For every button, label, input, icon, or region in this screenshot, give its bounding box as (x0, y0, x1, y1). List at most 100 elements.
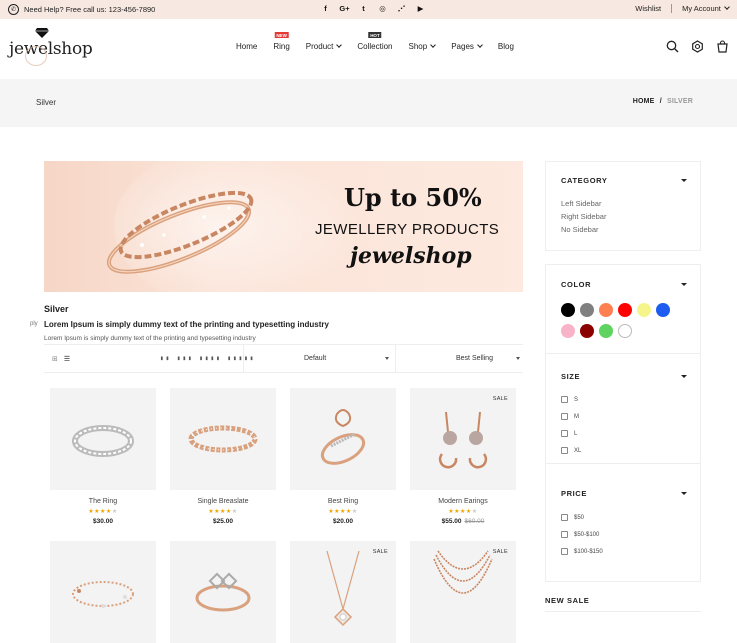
product-image[interactable] (290, 388, 396, 490)
checkbox[interactable] (561, 531, 568, 538)
price-option-50-100[interactable]: $50-$100 (561, 531, 599, 538)
hot-badge: HOT (368, 32, 382, 38)
color-widget-title[interactable]: COLOR (561, 280, 591, 289)
help-line: ✆ Need Help? Free call us: 123-456-7890 (8, 4, 155, 15)
color-swatch-green[interactable] (599, 324, 613, 338)
product-card[interactable]: Single Breaslate ★★★★★ $25.00 (170, 388, 276, 525)
cart-icon[interactable] (716, 40, 729, 53)
help-text: Need Help? Free call us: 123-456-7890 (24, 5, 156, 14)
category-heading: ply Lorem Ipsum is simply dummy text of … (30, 320, 329, 329)
rss-icon[interactable]: ⋰ (392, 4, 411, 13)
promo-banner[interactable]: Up to 50% JEWELLERY PRODUCTS jewelshop (44, 161, 523, 292)
price-option-100-150[interactable]: $100-$150 (561, 548, 603, 555)
heading-fragment: ply (30, 321, 38, 327)
search-icon[interactable] (666, 40, 679, 53)
settings-icon[interactable] (691, 40, 704, 53)
price-widget-title[interactable]: PRICE (561, 489, 587, 498)
caret-down-icon[interactable] (681, 283, 687, 286)
color-swatch-red[interactable] (618, 303, 632, 317)
product-image[interactable]: SALE (410, 541, 516, 643)
checkbox[interactable] (561, 396, 568, 403)
color-swatch-gray[interactable] (580, 303, 594, 317)
caret-down-icon[interactable] (681, 179, 687, 182)
color-swatch-yellow[interactable] (637, 303, 651, 317)
breadcrumb-home[interactable]: HOME (633, 98, 655, 105)
color-swatch-coral[interactable] (599, 303, 613, 317)
facebook-icon[interactable]: f (316, 4, 335, 13)
checkbox[interactable] (561, 430, 568, 437)
price-option-50[interactable]: $50 (561, 514, 584, 521)
twitter-icon[interactable]: t (354, 4, 373, 13)
new-sale-heading: NEW SALE (545, 596, 590, 605)
product-image[interactable] (170, 388, 276, 490)
product-name[interactable]: Single Breaslate (170, 498, 276, 505)
caret-down-icon (385, 357, 389, 360)
breadcrumb-bar: Silver HOME / SILVER (0, 79, 737, 127)
list-view-icon[interactable]: ☰ (64, 355, 70, 363)
color-swatch-blue[interactable] (656, 303, 670, 317)
sale-badge: SALE (372, 549, 388, 555)
category-item-left-sidebar[interactable]: Left Sidebar (561, 199, 601, 208)
google-plus-icon[interactable]: G+ (335, 4, 354, 13)
product-card[interactable]: Best Ring ★★★★★ $20.00 (290, 388, 396, 525)
my-account-link[interactable]: My Account (682, 4, 730, 13)
sort-by-select[interactable]: Best Selling (395, 345, 523, 373)
product-card[interactable]: SALE (290, 541, 396, 643)
instagram-icon[interactable]: ◎ (373, 4, 392, 13)
nav-blog[interactable]: Blog (498, 42, 514, 51)
size-option-s[interactable]: S (561, 396, 578, 403)
checkbox[interactable] (561, 514, 568, 521)
nav-label: Blog (497, 42, 514, 51)
column-switcher[interactable]: ▮▮ ▮▮▮ ▮▮▮▮ ▮▮▮▮▮ (160, 355, 255, 362)
color-swatch-black[interactable] (561, 303, 575, 317)
product-image[interactable]: SALE (290, 541, 396, 643)
option-label: $50 (574, 514, 585, 521)
caret-down-icon[interactable] (681, 492, 687, 495)
size-option-m[interactable]: M (561, 413, 579, 420)
product-name[interactable]: Best Ring (290, 498, 396, 505)
price-value: $25.00 (213, 518, 233, 525)
product-image[interactable] (170, 541, 276, 643)
category-widget-title[interactable]: CATEGORY (561, 176, 607, 185)
color-swatch-pink[interactable] (561, 324, 575, 338)
social-links: f G+ t ◎ ⋰ ▶ (316, 4, 430, 13)
color-swatch-white[interactable] (618, 324, 632, 338)
nav-shop[interactable]: Shop (409, 42, 437, 51)
checkbox[interactable] (561, 413, 568, 420)
nav-product[interactable]: Product (306, 42, 343, 51)
sort-default-select[interactable]: Default (243, 345, 395, 373)
sidebar-size: SIZE S M L XL (545, 354, 701, 464)
youtube-icon[interactable]: ▶ (411, 4, 430, 13)
product-image[interactable] (50, 541, 156, 643)
select-value: Best Selling (456, 355, 493, 362)
caret-down-icon[interactable] (681, 375, 687, 378)
category-item-right-sidebar[interactable]: Right Sidebar (561, 212, 606, 221)
wishlist-link[interactable]: Wishlist (635, 4, 661, 13)
product-image[interactable]: SALE (410, 388, 516, 490)
category-item-no-sidebar[interactable]: No Sidebar (561, 225, 599, 234)
nav-home[interactable]: Home (236, 42, 257, 51)
product-price: $25.00 (170, 518, 276, 525)
checkbox[interactable] (561, 548, 568, 555)
option-label: $50-$100 (574, 531, 600, 538)
option-label: S (574, 396, 579, 403)
product-card[interactable]: SALE Modern Earings ★★★★★ $55.00 $60.00 (410, 388, 516, 525)
product-name[interactable]: Modern Earings (410, 498, 516, 505)
rating-stars: ★★★★★ (328, 509, 358, 515)
nav-collection[interactable]: HOT Collection (357, 32, 393, 51)
nav-pages[interactable]: Pages (451, 42, 483, 51)
product-card[interactable] (170, 541, 276, 643)
product-name[interactable]: The Ring (50, 498, 156, 505)
nav-ring[interactable]: NEW Ring (273, 32, 290, 51)
product-card[interactable] (50, 541, 156, 643)
logo[interactable]: jewelshop (9, 28, 93, 66)
product-image[interactable] (50, 388, 156, 490)
grid-view-icon[interactable]: ⊞ (52, 355, 58, 363)
product-card[interactable]: The Ring ★★★★★ $30.00 (50, 388, 156, 525)
size-widget-title[interactable]: SIZE (561, 372, 580, 381)
color-swatch-maroon[interactable] (580, 324, 594, 338)
size-option-l[interactable]: L (561, 430, 577, 437)
checkbox[interactable] (561, 447, 568, 454)
product-card[interactable]: SALE (410, 541, 516, 643)
size-option-xl[interactable]: XL (561, 447, 581, 454)
